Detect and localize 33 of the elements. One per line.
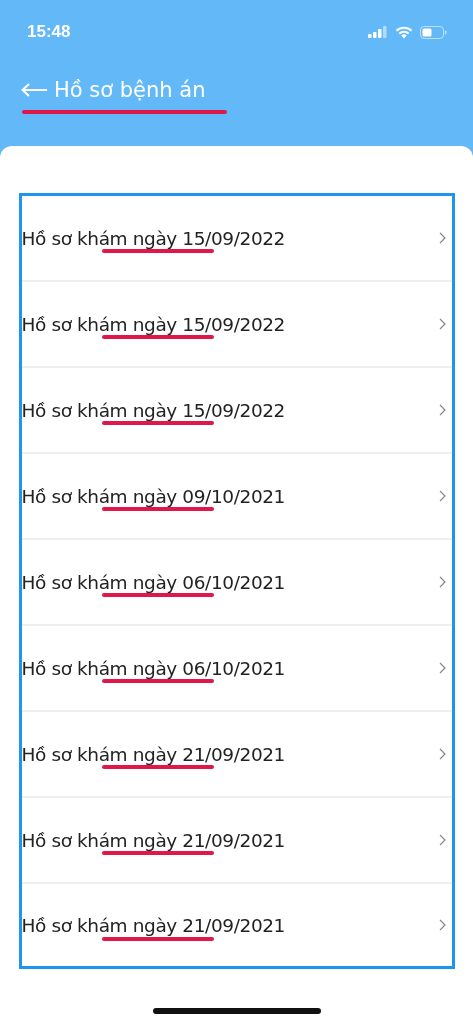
- record-item[interactable]: Hồ sơ khám ngày 06/10/2021: [21, 626, 452, 712]
- record-label: Hồ sơ khám ngày 06/10/2021: [21, 657, 285, 679]
- signal-icon: [368, 26, 388, 38]
- record-label: Hồ sơ khám ngày 15/09/2022: [21, 399, 285, 421]
- chevron-right-icon: [438, 919, 446, 931]
- record-item[interactable]: Hồ sơ khám ngày 15/09/2022: [21, 196, 452, 282]
- status-time: 15:48: [27, 22, 71, 42]
- record-item[interactable]: Hồ sơ khám ngày 15/09/2022: [21, 368, 452, 454]
- back-arrow-icon[interactable]: [20, 82, 48, 98]
- record-label: Hồ sơ khám ngày 09/10/2021: [21, 485, 285, 507]
- record-label: Hồ sơ khám ngày 15/09/2022: [21, 227, 285, 249]
- chevron-right-icon: [438, 748, 446, 760]
- record-label: Hồ sơ khám ngày 21/09/2021: [21, 914, 285, 936]
- record-label: Hồ sơ khám ngày 21/09/2021: [21, 743, 285, 765]
- record-item[interactable]: Hồ sơ khám ngày 21/09/2021: [21, 798, 452, 884]
- chevron-right-icon: [438, 576, 446, 588]
- record-item[interactable]: Hồ sơ khám ngày 21/09/2021: [21, 712, 452, 798]
- record-label: Hồ sơ khám ngày 21/09/2021: [21, 829, 285, 851]
- record-label: Hồ sơ khám ngày 06/10/2021: [21, 571, 285, 593]
- record-item[interactable]: Hồ sơ khám ngày 09/10/2021: [21, 454, 452, 540]
- wifi-icon: [395, 25, 413, 39]
- record-label: Hồ sơ khám ngày 15/09/2022: [21, 313, 285, 335]
- record-item[interactable]: Hồ sơ khám ngày 06/10/2021: [21, 540, 452, 626]
- battery-icon: [420, 25, 447, 39]
- page-title: Hồ sơ bệnh án: [54, 78, 206, 102]
- chevron-right-icon: [438, 318, 446, 330]
- record-item[interactable]: Hồ sơ khám ngày 15/09/2022: [21, 282, 452, 368]
- record-item[interactable]: Hồ sơ khám ngày 21/09/2021: [21, 884, 452, 966]
- chevron-right-icon: [438, 490, 446, 502]
- chevron-right-icon: [438, 232, 446, 244]
- chevron-right-icon: [438, 834, 446, 846]
- chevron-right-icon: [438, 662, 446, 674]
- chevron-right-icon: [438, 404, 446, 416]
